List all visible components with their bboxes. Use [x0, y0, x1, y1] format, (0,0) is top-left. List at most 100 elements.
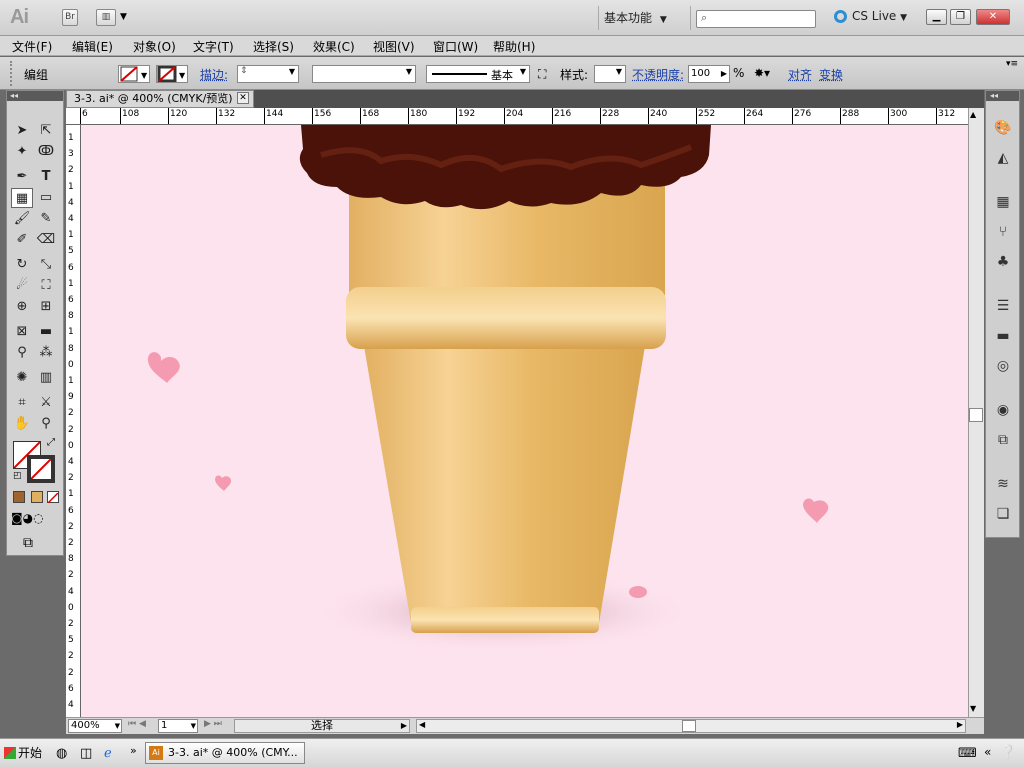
paintbrush-tool-icon[interactable]: 🖌 [11, 209, 33, 229]
scroll-up-icon[interactable]: ▲ [970, 110, 976, 119]
opacity-field[interactable]: 100 ▶ [688, 65, 730, 83]
color-guide-icon[interactable]: ◭ [992, 147, 1014, 169]
keyboard-icon[interactable]: ⌨ [958, 746, 977, 761]
artboard-tool-icon[interactable]: ⌗ [11, 393, 33, 413]
menu-select[interactable]: 选择(S) [253, 38, 294, 55]
menu-effect[interactable]: 效果(C) [313, 38, 355, 55]
grid-tool-icon[interactable]: ▦ [11, 188, 33, 208]
bridge-button[interactable]: Br [62, 9, 78, 26]
recolor-artwork-icon[interactable]: ✸▾ [754, 66, 770, 80]
menu-object[interactable]: 对象(O) [133, 38, 176, 55]
scale-tool-icon[interactable]: ⤡ [35, 255, 57, 275]
pencil-tool-icon[interactable]: ✎ [35, 209, 57, 229]
expand-tray-icon[interactable]: « [984, 745, 991, 759]
transparency-panel-icon[interactable]: ◎ [992, 355, 1014, 377]
menu-help[interactable]: 帮助(H) [493, 38, 535, 55]
stroke-swatch[interactable]: ▼ [156, 65, 188, 83]
expand-panels-icon[interactable]: ◂◂ [986, 91, 1019, 101]
close-button[interactable]: ✕ [976, 9, 1010, 25]
transform-link[interactable]: 变换 [819, 66, 843, 83]
symbols-panel-icon[interactable]: ♣ [992, 251, 1014, 273]
more-icon[interactable]: » [130, 744, 137, 757]
slice-tool-icon[interactable]: ⚔ [35, 393, 57, 413]
drawing-modes-icon[interactable]: ◙◕◌ [11, 511, 44, 525]
stroke-weight-field[interactable]: ⇕ ▼ [237, 65, 299, 83]
status-menu[interactable]: 选择 ▶ [234, 719, 410, 733]
eyedropper-tool-icon[interactable]: ⚲ [11, 343, 33, 363]
symbol-sprayer-tool-icon[interactable]: ✺ [11, 368, 33, 388]
menu-view[interactable]: 视图(V) [373, 38, 415, 55]
selection-tool-icon[interactable]: ➤ [11, 121, 33, 141]
document-tab[interactable]: 3-3. ai* @ 400% (CMYK/预览) ✕ [66, 90, 254, 108]
collapse-panel-icon[interactable]: ◂◂ [7, 91, 63, 101]
menu-type[interactable]: 文字(T) [193, 38, 234, 55]
cs-live-menu[interactable]: CS Live ▼ [834, 9, 916, 27]
menu-edit[interactable]: 编辑(E) [72, 38, 113, 55]
artboard-nav-last-icon[interactable]: ▶ ⏭ [204, 719, 222, 729]
artboards-panel-icon[interactable]: ❏ [992, 503, 1014, 525]
vertical-scrollbar[interactable]: ▲ ▼ [968, 108, 984, 717]
help-icon[interactable]: ❔ [1000, 745, 1016, 760]
align-link[interactable]: 对齐 [788, 66, 812, 83]
brush-definition[interactable]: 基本 ▼ [426, 65, 530, 83]
brush-options-icon[interactable]: ⛶ [538, 67, 546, 82]
panel-grip[interactable] [10, 61, 12, 86]
warp-tool-icon[interactable]: ☄ [11, 276, 33, 296]
perspective-grid-tool-icon[interactable]: ⊞ [35, 297, 57, 317]
layers-panel-icon[interactable]: ≋ [992, 473, 1014, 495]
mesh-tool-icon[interactable]: ⊠ [11, 322, 33, 342]
h-scroll-thumb[interactable] [682, 720, 696, 732]
none-mode-icon[interactable] [47, 491, 59, 504]
artboard-canvas[interactable] [81, 125, 968, 717]
zoom-field[interactable]: 400% ▼ [68, 719, 122, 733]
menu-window[interactable]: 窗口(W) [433, 38, 478, 55]
eraser-tool-icon[interactable]: ⌫ [35, 230, 57, 250]
panel-menu-icon[interactable]: ▾≡ [1006, 59, 1018, 69]
brushes-panel-icon[interactable]: ⑂ [992, 221, 1014, 243]
start-button[interactable]: 开始 [2, 742, 50, 764]
blend-tool-icon[interactable]: ⁂ [35, 343, 57, 363]
chrome-icon[interactable]: ◍ [56, 746, 67, 761]
taskbar-item-illustrator[interactable]: Ai 3-3. ai* @ 400% (CMY... [145, 742, 305, 764]
direct-selection-tool-icon[interactable]: ⇱ [35, 121, 57, 141]
search-input[interactable]: ⌕ [696, 10, 816, 28]
ie-icon[interactable]: ℯ [104, 746, 112, 761]
menu-file[interactable]: 文件(F) [12, 38, 52, 55]
graphic-styles-panel-icon[interactable]: ⧉ [992, 429, 1014, 451]
color-panel-icon[interactable]: 🎨 [992, 117, 1014, 139]
gradient-panel-icon[interactable]: ▬ [992, 325, 1014, 347]
graphic-style-picker[interactable]: ▼ [594, 65, 626, 83]
variable-width-profile[interactable]: ▼ [312, 65, 416, 83]
default-fill-stroke-icon[interactable]: ◰ [13, 471, 22, 481]
magic-wand-tool-icon[interactable]: ✦ [11, 142, 33, 162]
close-tab-icon[interactable]: ✕ [237, 92, 249, 104]
vertical-ruler[interactable]: 1 3 2 1 4 4 1 5 6 1 6 8 1 8 0 1 9 2 2 0 4 2 1 6 2 2 8 2 4 0 2 5 2 2 6 4 [66, 125, 81, 717]
horizontal-scrollbar[interactable]: ◀ ▶ [416, 719, 966, 733]
hand-tool-icon[interactable]: ✋ [11, 414, 33, 434]
type-tool-icon[interactable]: T [35, 167, 57, 187]
rotate-tool-icon[interactable]: ↻ [11, 255, 33, 275]
screen-mode-icon[interactable]: ⧉ [23, 535, 33, 551]
gradient-mode-icon[interactable] [31, 491, 43, 503]
column-graph-tool-icon[interactable]: ▥ [35, 368, 57, 388]
stroke-color-box[interactable] [27, 455, 55, 483]
scroll-thumb[interactable] [969, 408, 983, 422]
artboard-number-field[interactable]: 1 ▼ [158, 719, 198, 733]
horizontal-ruler[interactable]: 6 108 120 132 144 156 168 180 192 204 216 228 240 252… [66, 108, 968, 125]
chevron-down-icon[interactable]: ▼ [120, 12, 127, 22]
minimize-button[interactable]: ▁ [926, 9, 947, 25]
gradient-tool-icon[interactable]: ▬ [35, 322, 57, 342]
shape-builder-tool-icon[interactable]: ⊕ [11, 297, 33, 317]
maximize-button[interactable]: ❐ [950, 9, 971, 25]
blob-brush-tool-icon[interactable]: ✐ [11, 230, 33, 250]
stroke-panel-icon[interactable]: ☰ [992, 295, 1014, 317]
arrange-documents-icon[interactable]: ▥ [96, 9, 116, 26]
fill-swatch[interactable]: ▼ [118, 65, 150, 83]
app-quicklaunch-icon[interactable]: ◫ [80, 746, 92, 761]
zoom-tool-icon[interactable]: ⚲ [35, 414, 57, 434]
lasso-tool-icon[interactable]: ↂ [35, 142, 57, 162]
opacity-label[interactable]: 不透明度: [632, 66, 684, 83]
workspace-switcher[interactable]: 基本功能 ▼ [604, 9, 684, 27]
color-mode-icon[interactable] [13, 491, 25, 503]
scroll-down-icon[interactable]: ▼ [970, 704, 976, 713]
